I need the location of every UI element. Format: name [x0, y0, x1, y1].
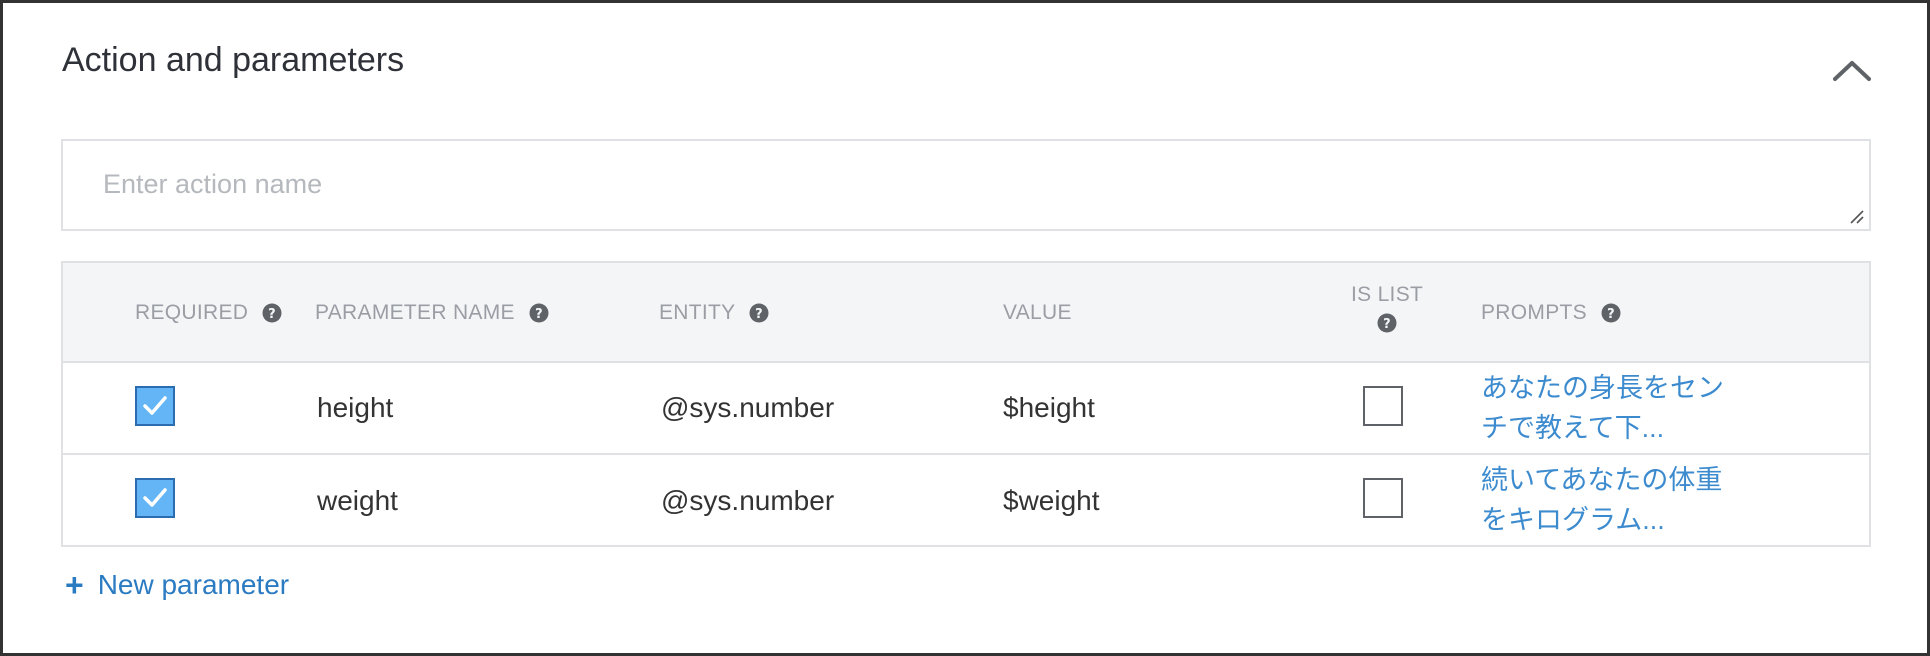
checkmark-icon [143, 396, 167, 415]
is-list-checkbox[interactable] [1363, 386, 1403, 426]
prompts-link[interactable]: 続いてあなたの体重 をキログラム... [1481, 460, 1751, 540]
table-row: height @sys.number $height あなたの身長をセン チで教… [63, 363, 1869, 455]
parameter-name-cell[interactable]: height [317, 363, 393, 453]
new-parameter-button[interactable]: + New parameter [65, 569, 289, 601]
svg-text:?: ? [535, 307, 543, 322]
is-list-checkbox[interactable] [1363, 478, 1403, 518]
svg-text:?: ? [268, 307, 276, 322]
entity-cell[interactable]: @sys.number [661, 363, 834, 453]
value-cell[interactable]: $weight [1003, 455, 1100, 547]
header-prompts: PROMPTS ? [1481, 301, 1621, 325]
collapse-button[interactable] [1829, 55, 1875, 85]
required-checkbox[interactable] [135, 478, 175, 518]
question-circle-icon[interactable]: ? [529, 303, 549, 323]
table-header: REQUIRED ? PARAMETER NAME ? ENTITY ? VAL… [63, 263, 1869, 363]
plus-icon: + [65, 567, 84, 603]
action-name-input[interactable] [63, 141, 1869, 229]
chevron-up-icon [1833, 61, 1871, 81]
header-value: VALUE [1003, 301, 1072, 324]
question-circle-icon[interactable]: ? [1377, 313, 1397, 333]
question-circle-icon[interactable]: ? [262, 303, 282, 323]
section-title: Action and parameters [62, 41, 405, 79]
entity-cell[interactable]: @sys.number [661, 455, 834, 547]
header-entity: ENTITY ? [659, 301, 769, 325]
svg-text:?: ? [756, 307, 764, 322]
action-parameters-panel: Action and parameters REQUIRED ? PARAMET… [0, 0, 1930, 656]
table-row: weight @sys.number $weight 続いてあなたの体重 をキロ… [63, 455, 1869, 547]
parameters-table: REQUIRED ? PARAMETER NAME ? ENTITY ? VAL… [61, 261, 1871, 547]
prompts-link[interactable]: あなたの身長をセン チで教えて下... [1481, 368, 1751, 448]
header-is-list: IS LIST ? [1351, 283, 1424, 333]
resize-grip-icon[interactable] [1847, 207, 1865, 225]
parameter-name-cell[interactable]: weight [317, 455, 398, 547]
required-checkbox[interactable] [135, 386, 175, 426]
checkmark-icon [143, 488, 167, 507]
svg-text:?: ? [1607, 307, 1615, 322]
header-parameter-name: PARAMETER NAME ? [315, 301, 549, 325]
header-required: REQUIRED ? [135, 301, 282, 325]
action-name-box [61, 139, 1871, 231]
new-parameter-label: New parameter [97, 569, 290, 600]
question-circle-icon[interactable]: ? [1601, 303, 1621, 323]
question-circle-icon[interactable]: ? [749, 303, 769, 323]
svg-text:?: ? [1383, 317, 1391, 332]
value-cell[interactable]: $height [1003, 363, 1095, 453]
